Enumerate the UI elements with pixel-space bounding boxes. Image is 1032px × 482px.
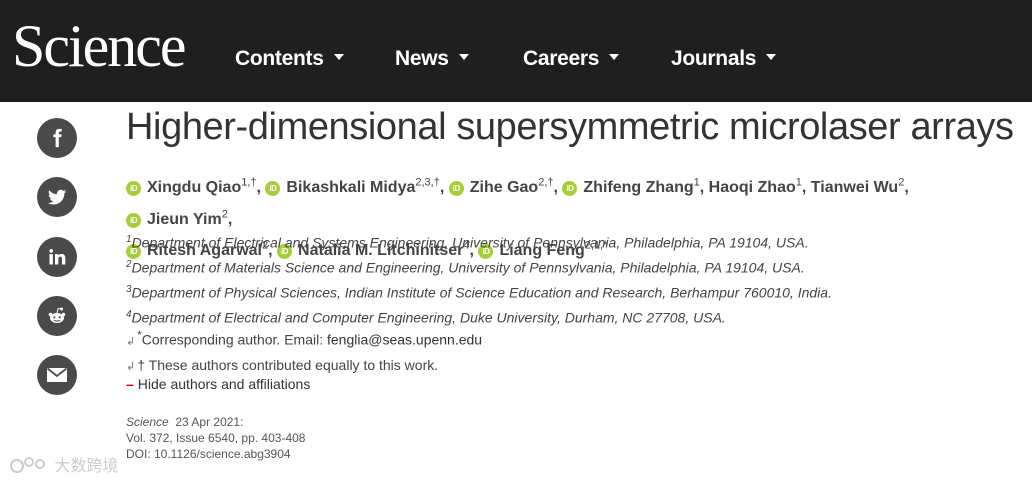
- citation-date: 23 Apr 2021:: [175, 415, 244, 429]
- top-navigation-bar: Science Contents News Careers Journals: [0, 0, 1032, 102]
- twitter-icon: [47, 189, 67, 205]
- article-title: Higher-dimensional supersymmetric microl…: [126, 106, 1014, 148]
- citation-block: Science 23 Apr 2021: Vol. 372, Issue 654…: [126, 414, 305, 462]
- share-reddit-button[interactable]: [37, 296, 77, 336]
- chevron-down-icon: [766, 54, 777, 61]
- nav-news-label: News: [395, 47, 449, 70]
- hide-authors-label: Hide authors and affiliations: [137, 376, 311, 392]
- affiliation-item: 4Department of Electrical and Computer E…: [126, 302, 1006, 327]
- return-arrow-icon[interactable]: ↲: [126, 336, 135, 348]
- author-affiliation-marks: 1,†: [241, 177, 257, 189]
- author-name: Haoqi Zhao: [708, 179, 796, 197]
- author-item[interactable]: Haoqi Zhao1,: [708, 177, 807, 197]
- author-item[interactable]: iD Xingdu Qiao1,†,: [126, 177, 261, 197]
- nav-careers-label: Careers: [523, 47, 600, 70]
- author-name: Bikashkali Midya: [286, 179, 416, 197]
- share-email-button[interactable]: [37, 355, 77, 395]
- affiliation-list: 1Department of Electrical and Systems En…: [126, 227, 1006, 327]
- chevron-down-icon: [458, 54, 469, 61]
- orcid-icon[interactable]: iD: [448, 181, 464, 197]
- share-linkedin-button[interactable]: [37, 237, 77, 277]
- affiliation-text: Department of Physical Sciences, Indian …: [131, 284, 832, 301]
- corresponding-text: Corresponding author. Email:: [141, 331, 327, 348]
- orcid-icon[interactable]: iD: [126, 212, 141, 228]
- author-separator: ,: [256, 179, 261, 197]
- corresponding-email-link[interactable]: fenglia@seas.upenn.edu: [327, 332, 482, 348]
- orcid-icon[interactable]: iD: [126, 181, 141, 197]
- author-affiliation-marks: 2,†: [538, 177, 554, 189]
- author-name: Tianwei Wu: [810, 179, 899, 197]
- author-separator: ,: [227, 210, 233, 228]
- affiliation-item: 1Department of Electrical and Systems En…: [126, 227, 1006, 252]
- chevron-down-icon: [333, 54, 344, 61]
- share-facebook-button[interactable]: [37, 118, 77, 158]
- corresponding-author-note: ↲ *Corresponding author. Email: fenglia@s…: [126, 329, 482, 348]
- author-separator: ,: [904, 179, 909, 197]
- author-item[interactable]: iD Zihe Gao2,†,: [448, 177, 558, 197]
- author-item[interactable]: iD Jieun Yim2,: [126, 208, 233, 228]
- citation-volume: Vol. 372, Issue 6540, pp. 403-408: [126, 431, 306, 445]
- nav-news[interactable]: News: [395, 47, 469, 71]
- author-name: Zhifeng Zhang: [583, 179, 694, 197]
- facebook-icon: [53, 128, 62, 148]
- reddit-icon: [48, 307, 66, 323]
- author-name: Xingdu Qiao: [147, 179, 242, 197]
- author-name: Jieun Yim: [147, 210, 222, 228]
- nav-careers[interactable]: Careers: [523, 47, 620, 71]
- author-separator: ,: [801, 179, 807, 197]
- author-item[interactable]: iD Bikashkali Midya2,3,†,: [265, 177, 445, 197]
- affiliation-text: Department of Electrical and Computer En…: [131, 309, 726, 326]
- author-item[interactable]: iD Zhifeng Zhang1,: [562, 177, 705, 197]
- affiliation-item: 2Department of Materials Science and Eng…: [126, 252, 1006, 277]
- author-separator: ,: [439, 179, 445, 197]
- author-affiliation-marks: 2,3,†: [415, 177, 440, 189]
- share-twitter-button[interactable]: [37, 177, 77, 217]
- watermark: 大数跨境: [10, 452, 118, 476]
- nav-contents[interactable]: Contents: [235, 47, 344, 71]
- return-arrow-icon[interactable]: ↲: [126, 361, 135, 373]
- watermark-text: 大数跨境: [54, 458, 119, 475]
- science-logo[interactable]: Science: [12, 14, 187, 78]
- author-separator: ,: [699, 179, 705, 197]
- hide-authors-toggle[interactable]: – Hide authors and affiliations: [126, 376, 310, 392]
- nav-contents-label: Contents: [235, 47, 324, 70]
- equal-contribution-text: † These authors contributed equally to t…: [137, 357, 439, 373]
- email-icon: [46, 367, 68, 382]
- author-separator: ,: [553, 179, 558, 197]
- collapse-icon: –: [126, 376, 134, 392]
- orcid-icon[interactable]: iD: [562, 181, 578, 197]
- citation-journal: Science: [126, 415, 169, 429]
- citation-doi[interactable]: DOI: 10.1126/science.abg3904: [126, 446, 305, 462]
- equal-contribution-note: ↲ † These authors contributed equally to …: [126, 357, 438, 373]
- affiliation-text: Department of Electrical and Systems Eng…: [131, 234, 809, 251]
- orcid-icon[interactable]: iD: [265, 181, 281, 197]
- affiliation-item: 3Department of Physical Sciences, Indian…: [126, 277, 1006, 302]
- watermark-logo-icon: [10, 457, 45, 473]
- nav-journals[interactable]: Journals: [671, 47, 777, 71]
- affiliation-text: Department of Materials Science and Engi…: [131, 259, 805, 276]
- nav-journals-label: Journals: [671, 47, 757, 70]
- author-name: Zihe Gao: [469, 179, 539, 197]
- author-item[interactable]: Tianwei Wu2,: [810, 177, 909, 197]
- chevron-down-icon: [609, 54, 620, 61]
- linkedin-icon: [49, 249, 66, 265]
